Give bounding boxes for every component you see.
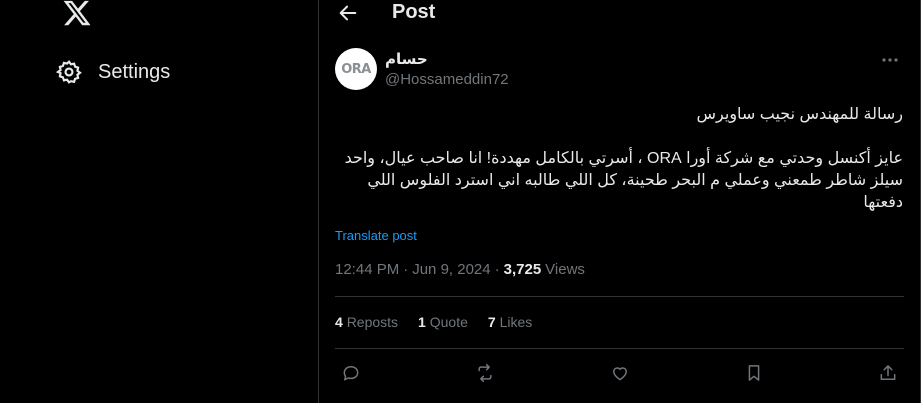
likes-count: 7 [487, 314, 496, 330]
divider [335, 296, 904, 297]
quotes-stat[interactable]: 1 Quote [418, 314, 468, 330]
post-meta: 12:44 PM · Jun 9, 2024 · 3,725 Views [335, 261, 585, 278]
reposts-stat[interactable]: 4 Reposts [335, 314, 398, 330]
post-time[interactable]: 12:44 PM [335, 261, 399, 278]
reply-icon[interactable] [341, 363, 361, 383]
avatar[interactable]: ORA [335, 48, 377, 90]
post-body: رسالة للمهندس نجيب ساويرس عايز أكنسل وحد… [335, 104, 903, 214]
action-bar [341, 362, 898, 384]
post-text-spacer [335, 126, 903, 148]
repost-icon[interactable] [475, 363, 495, 383]
views-count: 3,725 [503, 261, 542, 278]
translate-post-link[interactable]: Translate post [335, 228, 417, 243]
post-text-line: رسالة للمهندس نجيب ساويرس [696, 106, 904, 123]
bookmark-icon[interactable] [744, 363, 764, 383]
quotes-count: 1 [418, 314, 426, 330]
reposts-count: 4 [335, 314, 343, 330]
quotes-label: Quote [429, 314, 468, 330]
nav-item-settings[interactable]: Settings [56, 56, 170, 88]
arrow-left-icon[interactable] [337, 2, 359, 24]
share-icon[interactable] [878, 363, 898, 383]
post-text-paragraph: عايز أكنسل وحدتي مع شركة أورا ORA ، أسرت… [344, 150, 903, 211]
app-root: Settings Post ORA حسام @Hossameddin72 رس… [0, 0, 921, 403]
author-handle[interactable]: @Hossameddin72 [385, 71, 509, 88]
gear-icon [56, 60, 82, 84]
divider [335, 348, 904, 349]
topbar: Post [319, 0, 920, 26]
reposts-label: Reposts [346, 314, 399, 330]
engagement-stats: 4 Reposts 1 Quote 7 Likes [335, 314, 532, 330]
meta-separator: · [494, 261, 500, 278]
views-label: Views [545, 261, 585, 278]
x-logo-icon[interactable] [60, 0, 94, 28]
left-nav: Settings [0, 0, 318, 403]
author-display-name[interactable]: حسام [385, 50, 428, 68]
more-options-icon[interactable] [880, 52, 900, 68]
post-date[interactable]: Jun 9, 2024 [412, 261, 490, 278]
likes-stat[interactable]: 7 Likes [488, 314, 532, 330]
likes-label: Likes [499, 314, 533, 330]
page-title: Post [392, 1, 436, 23]
meta-separator: · [403, 261, 409, 278]
nav-label-settings: Settings [98, 60, 171, 83]
avatar-logo-text: ORA [341, 61, 371, 77]
like-icon[interactable] [610, 363, 630, 383]
main-column: Post ORA حسام @Hossameddin72 رسالة للمهن… [318, 0, 921, 403]
